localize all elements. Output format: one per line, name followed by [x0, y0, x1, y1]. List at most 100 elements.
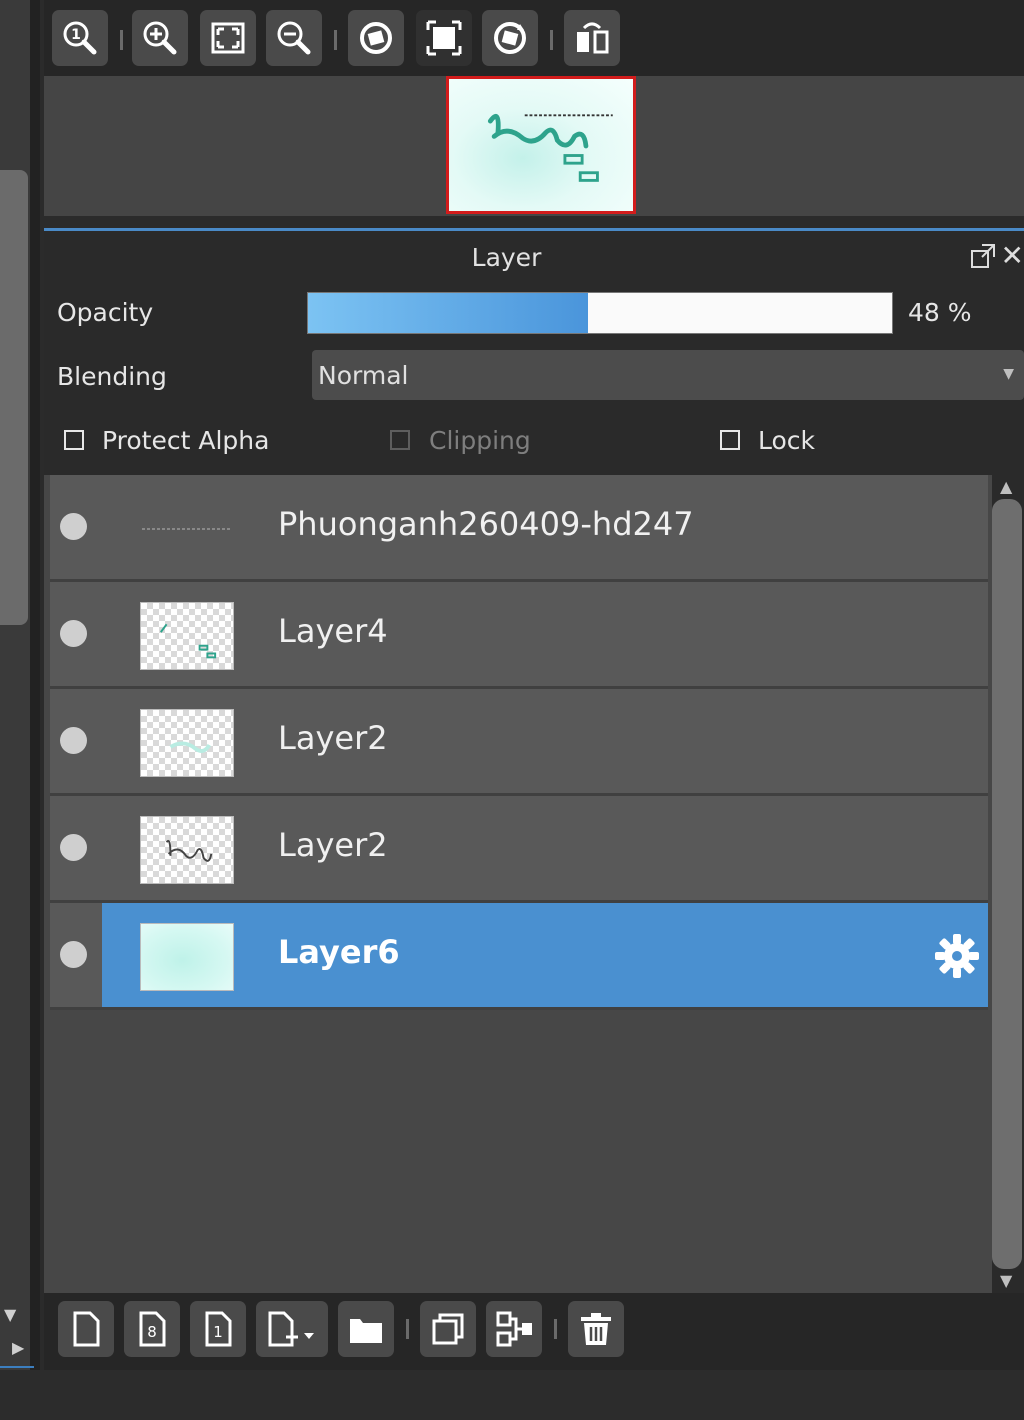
- svg-text:1: 1: [213, 1323, 223, 1341]
- zoom-actual-size-button[interactable]: 1: [52, 10, 108, 66]
- opacity-slider[interactable]: [307, 292, 893, 334]
- layer-properties: Opacity 48 % Blending Normal ▼ Protect A…: [44, 280, 1024, 475]
- folder-icon: [350, 1319, 382, 1343]
- clipping-label[interactable]: Clipping: [429, 426, 531, 455]
- left-divider-accent: [0, 1366, 34, 1368]
- clipping-checkbox[interactable]: [390, 430, 410, 450]
- layer-visibility-toggle[interactable]: [60, 941, 87, 968]
- zoom-in-button[interactable]: [132, 10, 188, 66]
- layer-visibility-toggle[interactable]: [60, 727, 87, 754]
- layer-row[interactable]: Phuonganh260409-hd247: [50, 475, 988, 582]
- layer-visibility-toggle[interactable]: [60, 620, 87, 647]
- layer-actions-toolbar: 8 1: [44, 1293, 1024, 1370]
- close-icon[interactable]: ✕: [1001, 239, 1024, 272]
- layer-thumbnail-art: [160, 623, 217, 659]
- protect-alpha-label[interactable]: Protect Alpha: [102, 426, 269, 455]
- fit-screen-icon: [211, 22, 245, 54]
- layer-thumbnail: [140, 923, 234, 991]
- scroll-down-arrow-icon[interactable]: ▼: [1000, 1271, 1012, 1290]
- layer-name: Layer2: [278, 826, 388, 864]
- toolbar-separator: [406, 1319, 409, 1339]
- zoom-in-icon: [143, 21, 177, 55]
- fullscreen-button[interactable]: [416, 10, 472, 66]
- rotate-reset-button[interactable]: [348, 10, 404, 66]
- flip-button[interactable]: [564, 10, 620, 66]
- new-folder-button[interactable]: [338, 1301, 394, 1357]
- layer-thumbnail: [140, 709, 234, 777]
- blending-label: Blending: [57, 362, 167, 391]
- rotate-icon: [494, 22, 526, 54]
- new-8bit-layer-button[interactable]: 8: [124, 1301, 180, 1357]
- duplicate-icon: [432, 1313, 464, 1345]
- layer-row-selected[interactable]: Layer6: [50, 903, 988, 1010]
- new-1bit-page-icon: 1: [205, 1311, 232, 1347]
- layer-row[interactable]: Layer2: [50, 796, 988, 903]
- layer-thumbnail-art: [165, 839, 213, 862]
- lock-label[interactable]: Lock: [758, 426, 815, 455]
- trash-icon: [581, 1313, 611, 1345]
- fit-to-window-button[interactable]: [200, 10, 256, 66]
- layer-thumbnail: [140, 602, 234, 670]
- navigator-toolbar: 1: [44, 0, 1024, 76]
- blending-mode-value: Normal: [318, 361, 409, 390]
- layer-visibility-toggle[interactable]: [60, 513, 87, 540]
- add-layer-menu-button[interactable]: [256, 1301, 328, 1357]
- scrollbar-thumb[interactable]: [992, 499, 1022, 1269]
- blending-mode-dropdown[interactable]: Normal ▼: [312, 350, 1024, 400]
- navigator-panel: [44, 76, 1024, 216]
- toolbar-separator: [334, 30, 337, 50]
- layer-list: Phuonganh260409-hd247 Layer4 Layer2 Laye…: [44, 475, 992, 1293]
- layer-thumbnail: [140, 816, 234, 884]
- selection-highlight: [102, 903, 988, 1007]
- scroll-down-arrow-icon[interactable]: ▼: [4, 1305, 16, 1324]
- toolbar-separator: [120, 30, 123, 50]
- protect-alpha-checkbox[interactable]: [64, 430, 84, 450]
- fullscreen-icon: [426, 20, 462, 56]
- footer-bar: [0, 1370, 1024, 1420]
- gear-icon[interactable]: [932, 931, 982, 981]
- merge-down-button[interactable]: [486, 1301, 542, 1357]
- zoom-1to1-icon: 1: [63, 21, 97, 55]
- layer-list-scrollbar[interactable]: ▲ ▼: [992, 475, 1024, 1293]
- layer-panel-header: Layer ✕: [44, 228, 1024, 283]
- opacity-label: Opacity: [57, 298, 154, 327]
- dropdown-arrow-icon: ▼: [1003, 366, 1014, 382]
- left-divider: [30, 0, 40, 1370]
- layer-thumbnail: [140, 495, 234, 563]
- layer-thumbnail-art: [169, 741, 211, 753]
- layer-name: Phuonganh260409-hd247: [278, 505, 694, 543]
- new-page-icon: [73, 1311, 100, 1347]
- layer-visibility-toggle[interactable]: [60, 834, 87, 861]
- panel-title: Layer: [471, 243, 542, 272]
- opacity-slider-fill: [308, 293, 589, 333]
- scroll-up-arrow-icon[interactable]: ▲: [1000, 477, 1012, 496]
- merge-icon: [496, 1311, 532, 1347]
- layer-row[interactable]: Layer2: [50, 689, 988, 796]
- rotate-reset-icon: [360, 22, 392, 54]
- scroll-right-arrow-icon[interactable]: ▶: [12, 1338, 24, 1357]
- flip-horizontal-icon: [577, 22, 609, 54]
- new-layer-button[interactable]: [58, 1301, 114, 1357]
- left-scrollbar-thumb[interactable]: [0, 170, 28, 625]
- add-page-dropdown-icon: [268, 1311, 314, 1347]
- opacity-value: 48 %: [908, 298, 972, 327]
- new-8bit-page-icon: 8: [139, 1311, 166, 1347]
- zoom-out-icon: [277, 21, 311, 55]
- new-1bit-layer-button[interactable]: 1: [190, 1301, 246, 1357]
- layer-row[interactable]: Layer4: [50, 582, 988, 689]
- zoom-out-button[interactable]: [266, 10, 322, 66]
- layer-name: Layer4: [278, 612, 388, 650]
- toolbar-separator: [550, 30, 553, 50]
- toolbar-separator: [554, 1319, 557, 1339]
- rotate-button[interactable]: [482, 10, 538, 66]
- text-layer-thumbnail: [142, 528, 232, 530]
- duplicate-layer-button[interactable]: [420, 1301, 476, 1357]
- canvas-preview-artwork: [487, 114, 613, 182]
- svg-text:8: 8: [147, 1323, 157, 1341]
- delete-layer-button[interactable]: [568, 1301, 624, 1357]
- layer-name: Layer6: [278, 933, 400, 971]
- layer-name: Layer2: [278, 719, 388, 757]
- canvas-preview-thumbnail[interactable]: [446, 76, 636, 214]
- lock-checkbox[interactable]: [720, 430, 740, 450]
- popout-icon[interactable]: [970, 243, 996, 269]
